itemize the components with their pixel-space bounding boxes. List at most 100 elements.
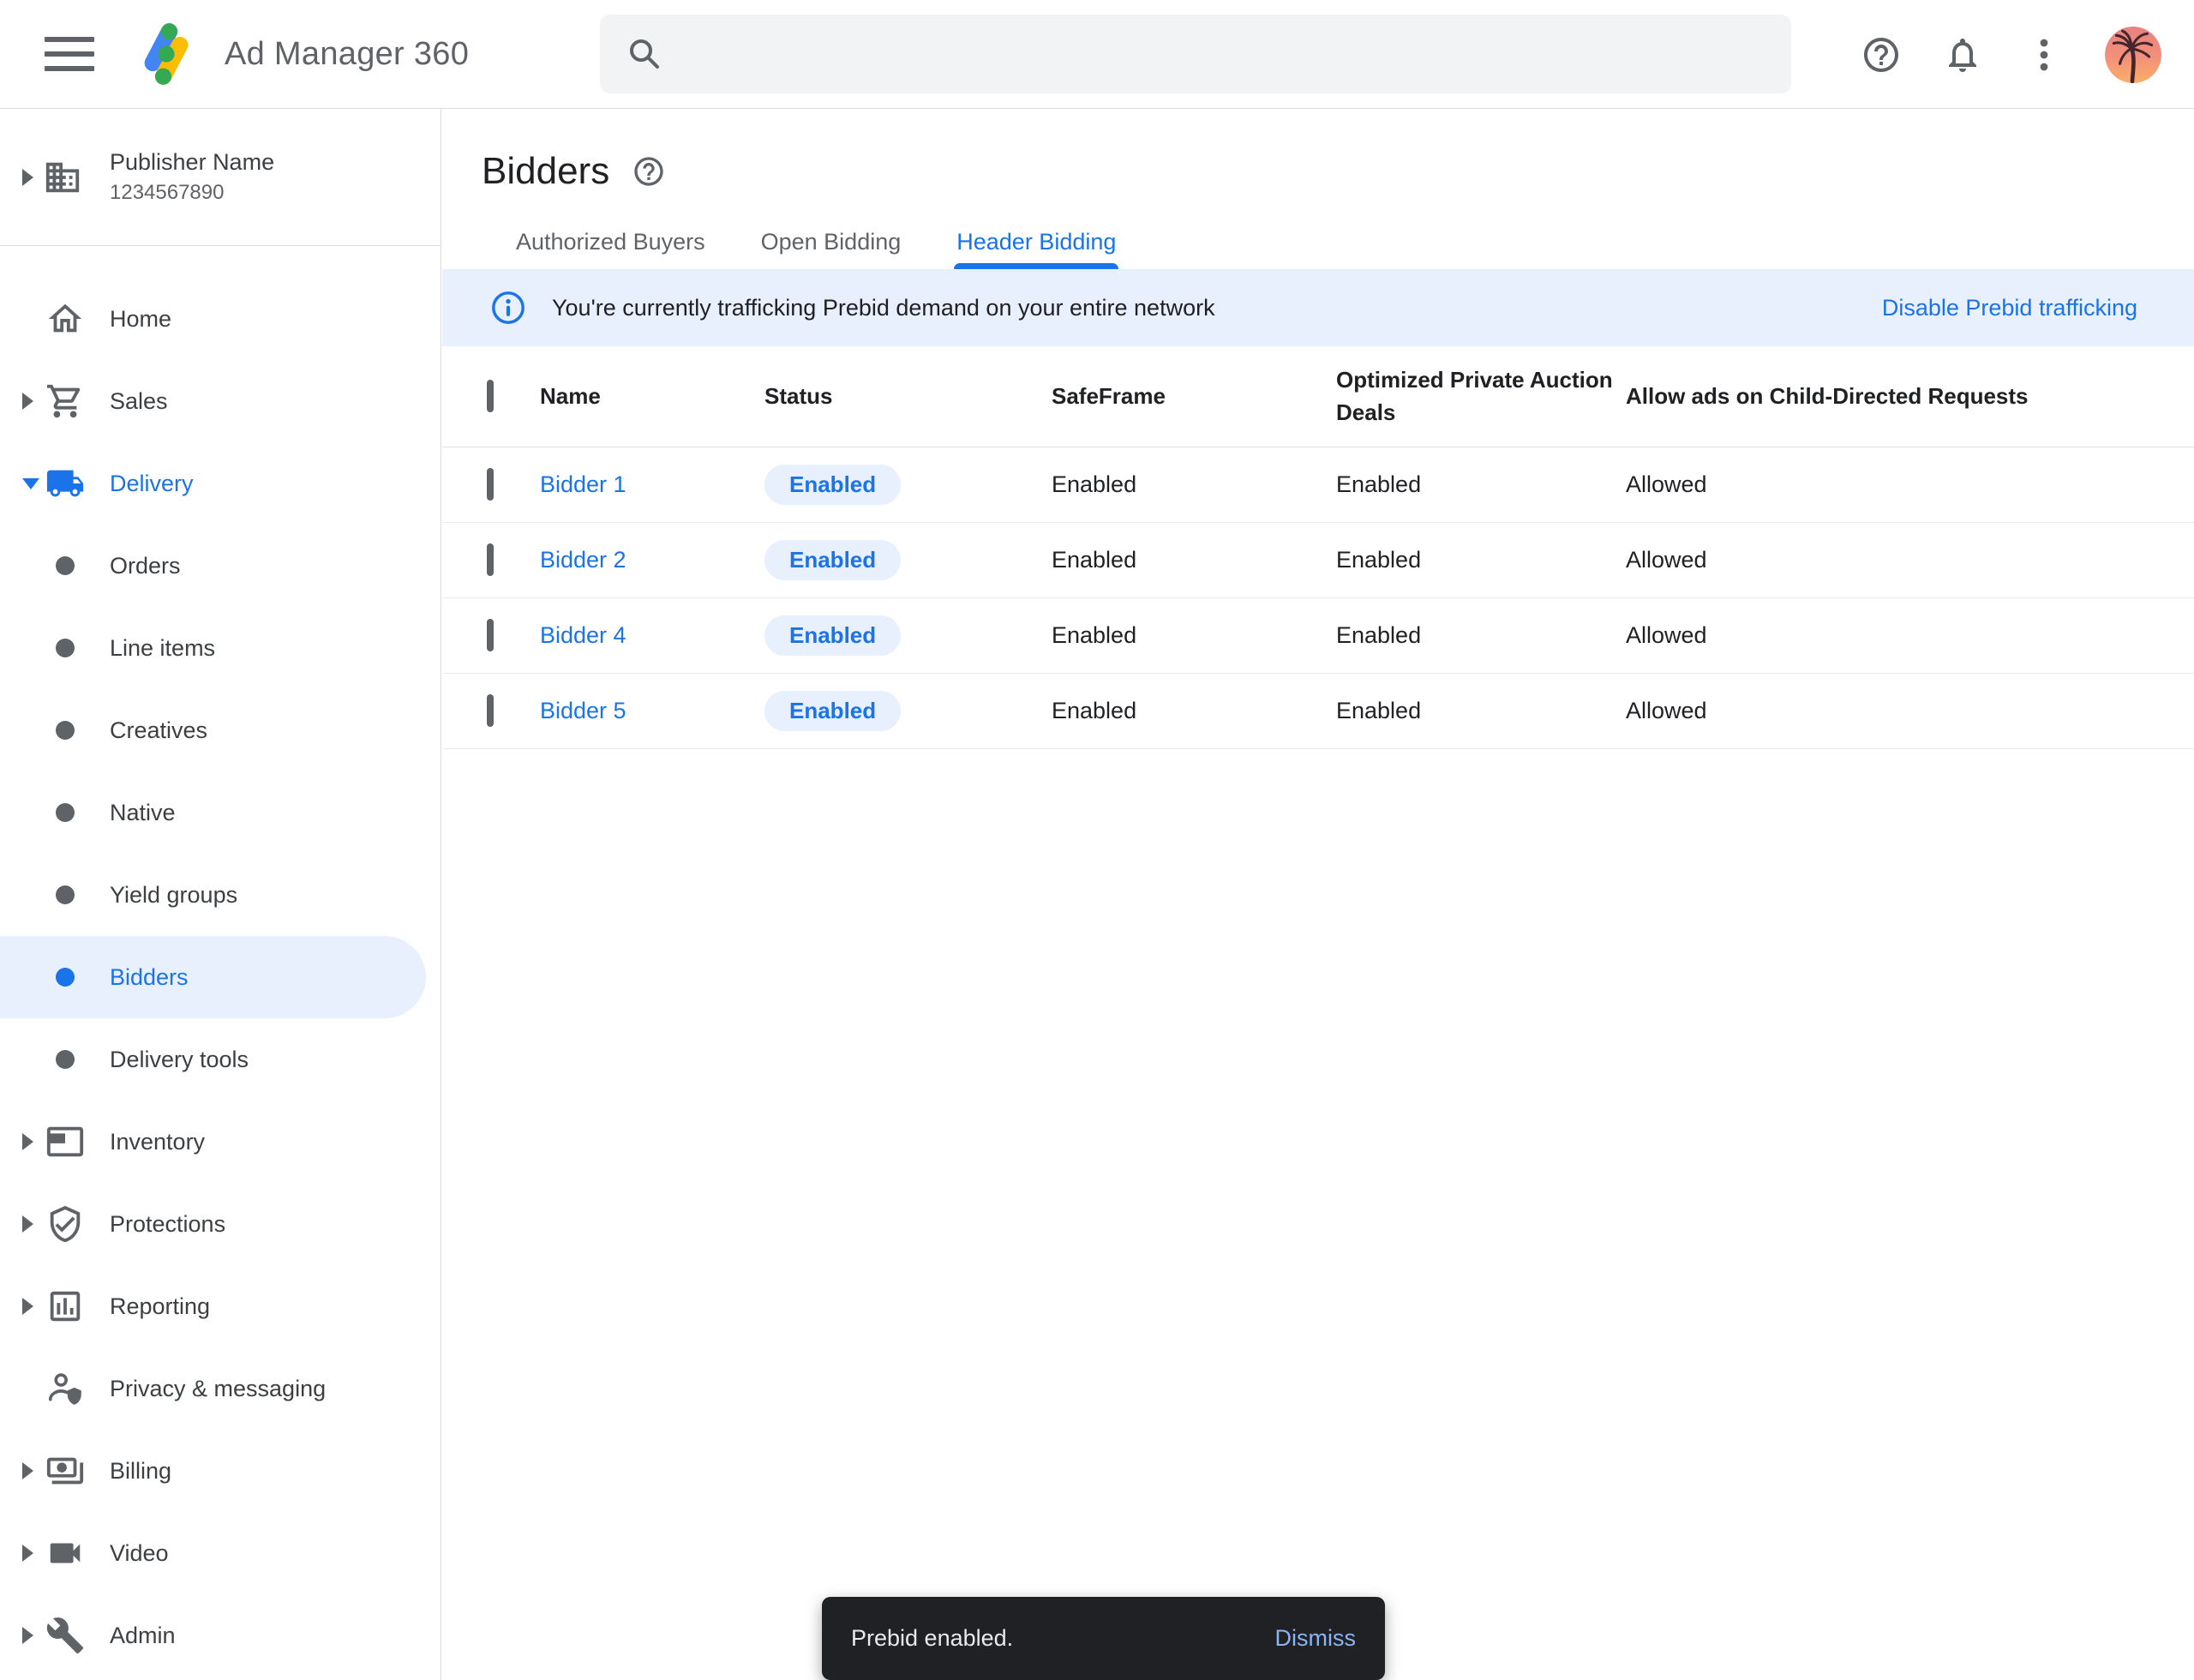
sidebar-item-protections[interactable]: Protections [0, 1183, 441, 1265]
safeframe-value: Enabled [1052, 698, 1336, 724]
row-checkbox[interactable] [487, 468, 494, 501]
table-header: Name Status SafeFrame Optimized Private Auc… [442, 346, 2194, 447]
bullet-icon [56, 556, 75, 575]
sidebar-item-delivery-tools[interactable]: Delivery tools [0, 1018, 441, 1101]
table-row: Bidder 2 Enabled Enabled Enabled Allowed [442, 523, 2194, 598]
sidebar-item-creatives[interactable]: Creatives [0, 689, 441, 771]
chevron-right-icon [22, 393, 33, 410]
sidebar-item-label: Sales [110, 388, 168, 415]
publisher-name: Publisher Name [110, 149, 274, 176]
sidebar-item-sales[interactable]: Sales [0, 360, 441, 442]
bullet-icon [56, 1050, 75, 1069]
app-title: Ad Manager 360 [225, 36, 469, 73]
topbar-actions [1861, 0, 2161, 109]
select-all-checkbox[interactable] [487, 380, 494, 412]
sidebar-item-yield-groups[interactable]: Yield groups [0, 854, 441, 936]
sidebar-item-label: Delivery [110, 471, 194, 497]
column-header-optimized-private-auction-deals: Optimized Private Auction Deals [1336, 367, 1613, 425]
truck-icon [45, 463, 86, 504]
notifications-bell-icon[interactable] [1942, 34, 1983, 75]
status-badge: Enabled [764, 465, 901, 505]
sidebar-item-delivery[interactable]: Delivery [0, 442, 441, 525]
snackbar-toast: Prebid enabled. Dismiss [822, 1597, 1385, 1680]
column-header-name: Name [540, 383, 601, 409]
sidebar-item-label: Admin [110, 1623, 176, 1649]
sidebar-item-orders[interactable]: Orders [0, 525, 441, 607]
sidebar-item-label: Home [110, 306, 171, 333]
sidebar-item-billing[interactable]: Billing [0, 1430, 441, 1512]
page-help-icon[interactable] [632, 154, 666, 189]
sidebar-item-label: Protections [110, 1211, 225, 1238]
bullet-icon [56, 639, 75, 657]
bullet-icon [56, 803, 75, 822]
tab-open-bidding[interactable]: Open Bidding [761, 229, 902, 269]
bullet-icon [56, 885, 75, 904]
billing-icon [45, 1450, 86, 1491]
report-icon [45, 1286, 86, 1327]
sidebar-item-privacy-and-messaging[interactable]: Privacy & messaging [0, 1347, 441, 1430]
row-checkbox[interactable] [487, 619, 494, 651]
sidebar-item-label: Video [110, 1540, 169, 1567]
sidebar-item-label: Privacy & messaging [110, 1376, 326, 1402]
bullet-icon [56, 968, 75, 987]
sidebar-item-label: Yield groups [110, 882, 237, 909]
bidder-name-link[interactable]: Bidder 4 [540, 622, 764, 649]
search-input[interactable] [682, 40, 1765, 68]
info-icon [490, 290, 526, 326]
chevron-right-icon [22, 1545, 33, 1562]
tab-header-bidding[interactable]: Header Bidding [956, 229, 1116, 269]
child-directed-value: Allowed [1626, 698, 2194, 724]
status-badge: Enabled [764, 540, 901, 580]
safeframe-value: Enabled [1052, 471, 1336, 498]
bidder-name-link[interactable]: Bidder 5 [540, 698, 764, 724]
chevron-right-icon [22, 1133, 33, 1150]
safeframe-value: Enabled [1052, 622, 1336, 649]
publisher-id: 1234567890 [110, 181, 274, 205]
disable-prebid-trafficking-link[interactable]: Disable Prebid trafficking [1882, 295, 2137, 321]
sidebar-item-label: Inventory [110, 1129, 205, 1155]
sidebar-item-native[interactable]: Native [0, 771, 441, 854]
sidebar-item-inventory[interactable]: Inventory [0, 1101, 441, 1183]
table-row: Bidder 5 Enabled Enabled Enabled Allowed [442, 674, 2194, 749]
bidder-name-link[interactable]: Bidder 1 [540, 471, 764, 498]
bullet-icon [56, 721, 75, 740]
child-directed-value: Allowed [1626, 547, 2194, 573]
chevron-right-icon [22, 169, 33, 186]
optimized-private-auction-deals-value: Enabled [1336, 471, 1626, 498]
row-checkbox[interactable] [487, 543, 494, 576]
column-header-status: Status [764, 383, 832, 409]
inventory-icon [45, 1121, 86, 1162]
child-directed-value: Allowed [1626, 622, 2194, 649]
top-app-bar: Ad Manager 360 [0, 0, 2194, 109]
sidebar-item-reporting[interactable]: Reporting [0, 1265, 441, 1347]
chevron-down-icon [22, 478, 39, 489]
search-bar[interactable] [600, 15, 1791, 93]
column-header-safeframe: SafeFrame [1052, 383, 1166, 409]
sidebar-item-home[interactable]: Home [0, 278, 441, 360]
avatar[interactable] [2105, 27, 2161, 83]
sidebar-item-label: Native [110, 800, 176, 826]
home-icon [45, 298, 86, 339]
sidebar-item-admin[interactable]: Admin [0, 1594, 441, 1677]
sidebar-item-video[interactable]: Video [0, 1512, 441, 1594]
chevron-right-icon [22, 1462, 33, 1479]
chevron-right-icon [22, 1298, 33, 1315]
help-icon[interactable] [1861, 34, 1902, 75]
shield-icon [45, 1203, 86, 1245]
sidebar: Publisher Name 1234567890 Home Sales Del… [0, 109, 441, 1680]
menu-icon[interactable] [45, 35, 94, 73]
more-options-icon[interactable] [2023, 34, 2065, 75]
tab-authorized-buyers[interactable]: Authorized Buyers [516, 229, 705, 269]
toast-dismiss-button[interactable]: Dismiss [1275, 1625, 1357, 1652]
publisher-selector[interactable]: Publisher Name 1234567890 [0, 109, 441, 245]
sidebar-item-line-items[interactable]: Line items [0, 607, 441, 689]
bidder-name-link[interactable]: Bidder 2 [540, 547, 764, 573]
sidebar-item-label: Creatives [110, 717, 207, 744]
row-checkbox[interactable] [487, 694, 494, 727]
sidebar-item-label: Reporting [110, 1293, 210, 1320]
sidebar-item-label: Bidders [110, 964, 189, 991]
sidebar-item-bidders[interactable]: Bidders [0, 936, 426, 1018]
main-content: Bidders Authorized BuyersOpen BiddingHea… [442, 109, 2194, 1680]
optimized-private-auction-deals-value: Enabled [1336, 698, 1626, 724]
status-badge: Enabled [764, 615, 901, 656]
